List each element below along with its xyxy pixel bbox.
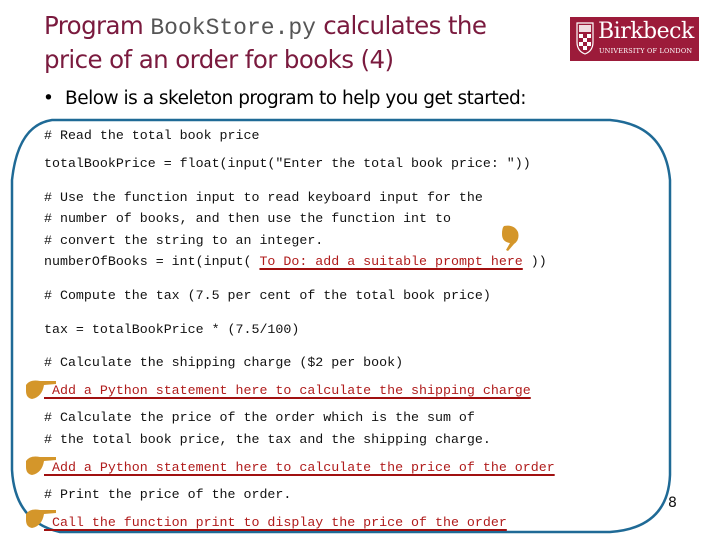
todo-price: Add a Python statement here to calculate… <box>44 460 555 475</box>
code-line-6-post: )) <box>522 254 547 269</box>
pointing-hand-icon <box>26 456 56 475</box>
logo-name: Birkbeck <box>598 19 694 44</box>
page-number: 8 <box>668 495 677 511</box>
code-line-6: numberOfBooks = int(input( To Do: add a … <box>44 254 547 270</box>
code-line-3: # Use the function input to read keyboar… <box>44 190 483 205</box>
code-line-6-pre: numberOfBooks = int(input( <box>44 254 260 269</box>
todo-prompt: To Do: add a suitable prompt here <box>259 254 523 269</box>
pointing-hand-icon <box>502 225 519 251</box>
title-filename: BookStore.py <box>150 15 316 41</box>
code-line-7: # Compute the tax (7.5 per cent of the t… <box>44 288 491 303</box>
code-line-4: # number of books, and then use the func… <box>44 211 451 226</box>
code-line-15: Call the function print to display the p… <box>44 515 507 531</box>
code-line-10: Add a Python statement here to calculate… <box>44 383 531 399</box>
code-line-8: tax = totalBookPrice * (7.5/100) <box>44 322 300 337</box>
code-line-9: # Calculate the shipping charge ($2 per … <box>44 355 404 370</box>
slide-title: Program BookStore.py calculates the pric… <box>44 10 564 76</box>
todo-shipping: Add a Python statement here to calculate… <box>44 383 531 398</box>
bullet-text: Below is a skeleton program to help you … <box>65 88 526 109</box>
birkbeck-logo: Birkbeck UNIVERSITY OF LONDON <box>570 17 699 61</box>
logo-subtitle: UNIVERSITY OF LONDON <box>599 47 693 55</box>
title-prefix: Program <box>44 11 151 40</box>
code-line-13: Add a Python statement here to calculate… <box>44 460 555 476</box>
code-line-14: # Print the price of the order. <box>44 487 292 502</box>
title-suffix: calculates the <box>316 11 487 40</box>
code-line-5: # convert the string to an integer. <box>44 233 324 248</box>
bullet-item: • Below is a skeleton program to help you… <box>43 88 526 109</box>
code-line-2: totalBookPrice = float(input("Enter the … <box>44 156 531 171</box>
bullet-dot-icon: • <box>43 88 54 109</box>
code-frame <box>10 118 672 534</box>
todo-print: Call the function print to display the p… <box>44 515 507 530</box>
code-line-1: # Read the total book price <box>44 128 260 143</box>
title-line2: price of an order for books (4) <box>44 45 394 74</box>
code-line-12: # the total book price, the tax and the … <box>44 432 491 447</box>
pointing-hand-icon <box>26 380 56 399</box>
code-line-11: # Calculate the price of the order which… <box>44 410 475 425</box>
crest-icon <box>576 22 594 55</box>
pointing-hand-icon <box>26 509 56 528</box>
